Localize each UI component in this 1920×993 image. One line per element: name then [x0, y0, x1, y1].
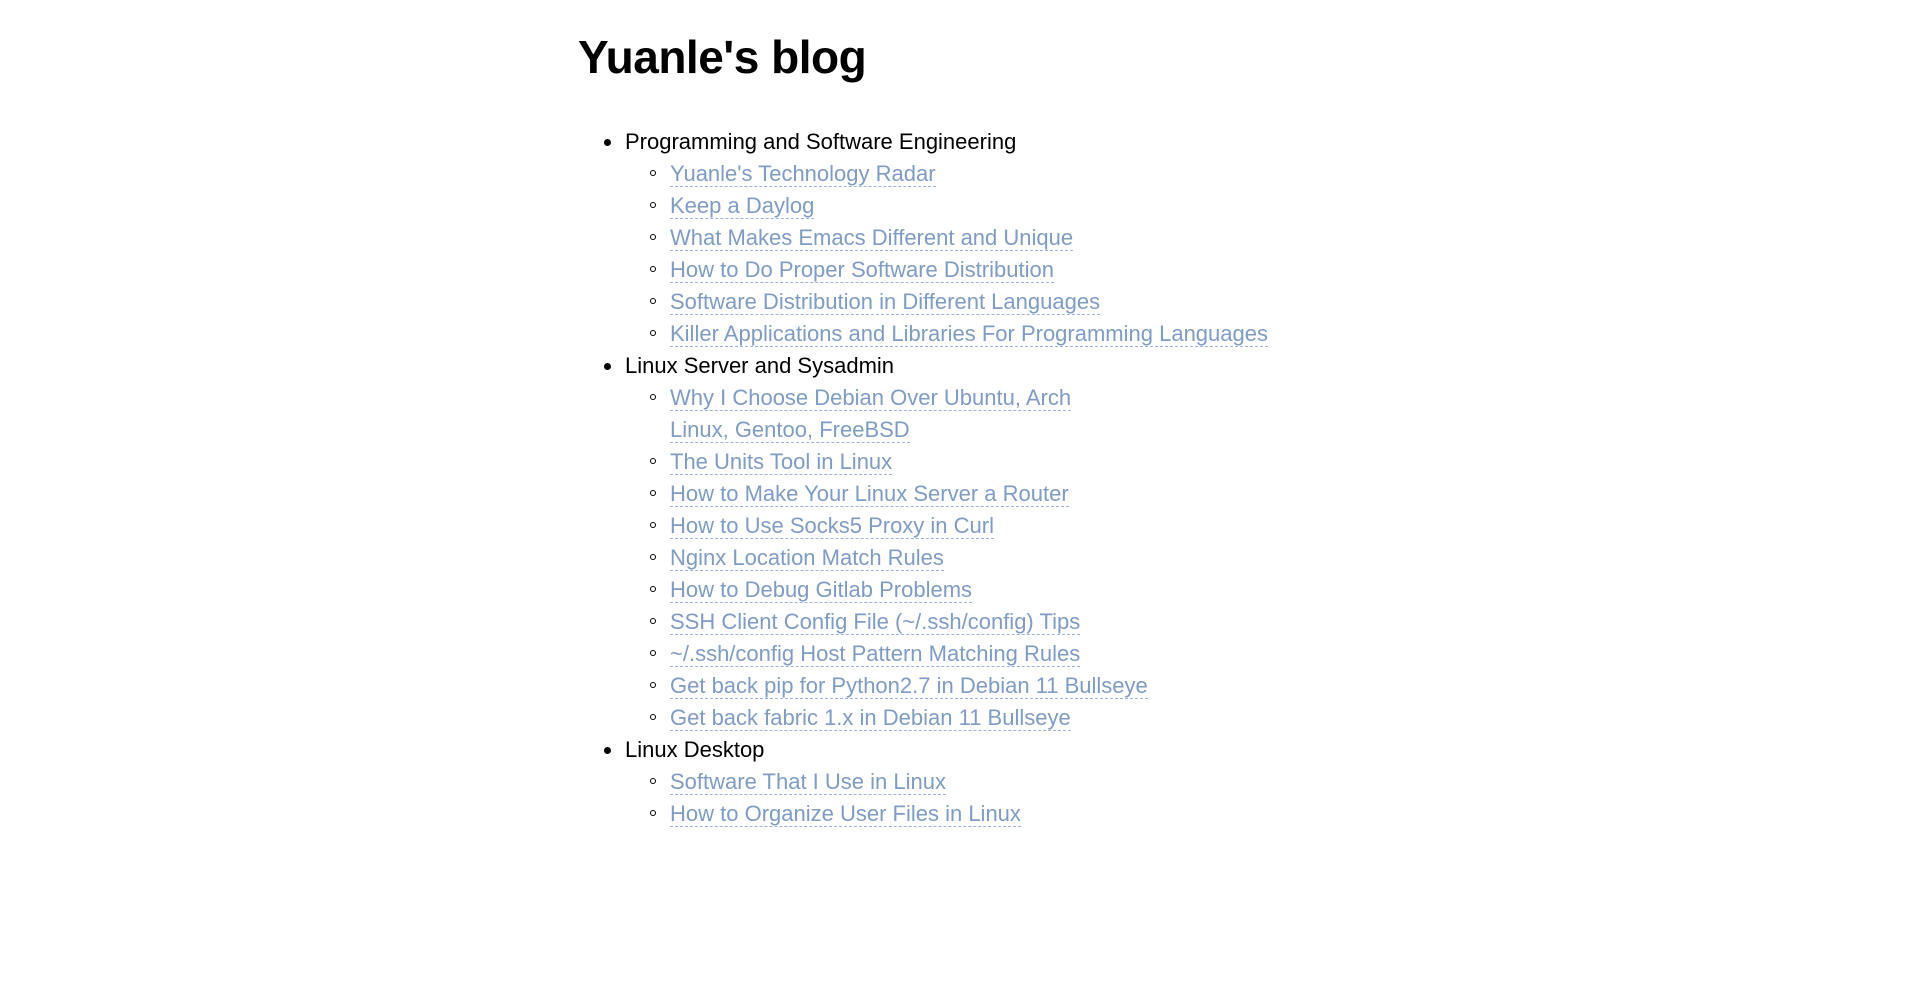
article-link[interactable]: Why I Choose Debian Over Ubuntu, Arch Li… — [670, 385, 1072, 443]
disc-bullet-icon — [604, 734, 614, 766]
list-item: SSH Client Config File (~/.ssh/config) T… — [0, 606, 1920, 638]
article-link[interactable]: How to Make Your Linux Server a Router — [670, 481, 1069, 507]
circle-bullet-icon — [650, 254, 660, 286]
circle-bullet-icon — [650, 478, 660, 510]
article-link[interactable]: The Units Tool in Linux — [670, 449, 893, 475]
circle-bullet-icon — [650, 638, 660, 670]
article-link[interactable]: What Makes Emacs Different and Unique — [670, 225, 1074, 251]
article-link[interactable]: How to Organize User Files in Linux — [670, 801, 1021, 827]
list-item: How to Do Proper Software Distribution — [0, 254, 1920, 286]
article-link[interactable]: Killer Applications and Libraries For Pr… — [670, 321, 1268, 347]
article-link[interactable]: ~/.ssh/config Host Pattern Matching Rule… — [670, 641, 1081, 667]
disc-bullet-icon — [604, 126, 614, 158]
section-list: Programming and Software Engineering Yuan… — [0, 126, 1920, 830]
list-item: How to Debug Gitlab Problems — [0, 574, 1920, 606]
article-link[interactable]: How to Do Proper Software Distribution — [670, 257, 1054, 283]
circle-bullet-icon — [650, 798, 660, 830]
article-list: Yuanle's Technology Radar Keep a Daylog Wh… — [0, 158, 1920, 350]
list-item: Get back pip for Python2.7 in Debian 11 … — [0, 670, 1920, 702]
article-link[interactable]: Software Distribution in Different Langu… — [670, 289, 1101, 315]
circle-bullet-icon — [650, 158, 660, 190]
section-heading: Linux Desktop — [625, 737, 765, 762]
article-link[interactable]: Software That I Use in Linux — [670, 769, 946, 795]
section-item: Linux Desktop Software That I Use in Linu… — [0, 734, 1920, 830]
list-item: Get back fabric 1.x in Debian 11 Bullsey… — [0, 702, 1920, 734]
circle-bullet-icon — [650, 670, 660, 702]
list-item: Nginx Location Match Rules — [0, 542, 1920, 574]
circle-bullet-icon — [650, 510, 660, 542]
content-area: Programming and Software Engineering Yuan… — [0, 126, 1920, 830]
circle-bullet-icon — [650, 286, 660, 318]
list-item: Yuanle's Technology Radar — [0, 158, 1920, 190]
circle-bullet-icon — [650, 382, 660, 414]
article-link[interactable]: How to Use Socks5 Proxy in Curl — [670, 513, 994, 539]
list-item: How to Organize User Files in Linux — [0, 798, 1920, 830]
article-link[interactable]: Get back fabric 1.x in Debian 11 Bullsey… — [670, 705, 1071, 731]
circle-bullet-icon — [650, 542, 660, 574]
list-item: Killer Applications and Libraries For Pr… — [0, 318, 1920, 350]
list-item: Software That I Use in Linux — [0, 766, 1920, 798]
section-heading: Linux Server and Sysadmin — [625, 353, 895, 378]
list-item: How to Use Socks5 Proxy in Curl — [0, 510, 1920, 542]
list-item: What Makes Emacs Different and Unique — [0, 222, 1920, 254]
section-item: Programming and Software Engineering Yuan… — [0, 126, 1920, 350]
circle-bullet-icon — [650, 702, 660, 734]
circle-bullet-icon — [650, 606, 660, 638]
section-heading: Programming and Software Engineering — [625, 129, 1017, 154]
circle-bullet-icon — [650, 574, 660, 606]
list-item: ~/.ssh/config Host Pattern Matching Rule… — [0, 638, 1920, 670]
circle-bullet-icon — [650, 766, 660, 798]
article-link[interactable]: Yuanle's Technology Radar — [670, 161, 936, 187]
article-link[interactable]: How to Debug Gitlab Problems — [670, 577, 973, 603]
page-title: Yuanle's blog — [578, 31, 867, 83]
circle-bullet-icon — [650, 222, 660, 254]
disc-bullet-icon — [604, 350, 614, 382]
article-list: Why I Choose Debian Over Ubuntu, Arch Li… — [0, 382, 1920, 734]
article-link[interactable]: Nginx Location Match Rules — [670, 545, 944, 571]
list-item: How to Make Your Linux Server a Router — [0, 478, 1920, 510]
section-item: Linux Server and Sysadmin Why I Choose De… — [0, 350, 1920, 734]
article-link[interactable]: Keep a Daylog — [670, 193, 815, 219]
list-item: The Units Tool in Linux — [0, 446, 1920, 478]
list-item: Software Distribution in Different Langu… — [0, 286, 1920, 318]
circle-bullet-icon — [650, 190, 660, 222]
list-item: Why I Choose Debian Over Ubuntu, Arch Li… — [0, 382, 1920, 446]
article-link[interactable]: Get back pip for Python2.7 in Debian 11 … — [670, 673, 1148, 699]
list-item: Keep a Daylog — [0, 190, 1920, 222]
circle-bullet-icon — [650, 446, 660, 478]
circle-bullet-icon — [650, 318, 660, 350]
article-list: Software That I Use in Linux How to Organ… — [0, 766, 1920, 830]
article-link[interactable]: SSH Client Config File (~/.ssh/config) T… — [670, 609, 1081, 635]
blog-index-page: Yuanle's blog Programming and Software E… — [0, 0, 1920, 993]
